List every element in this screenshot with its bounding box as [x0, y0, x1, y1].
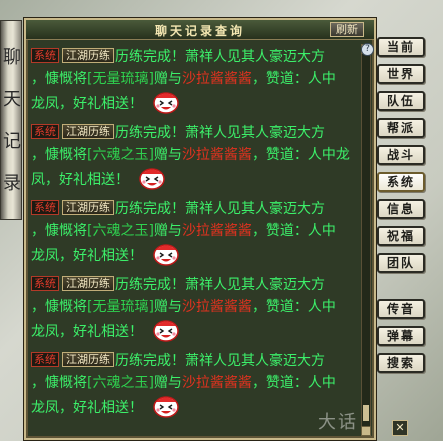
scroll-down-arrow[interactable] [361, 426, 371, 436]
channel-tag[interactable]: 江湖历练 [62, 200, 114, 215]
scroll-glyph: 聊 [3, 47, 21, 68]
message-text: ，慷慨将 [31, 299, 87, 315]
channel-tag[interactable]: 江湖历练 [62, 124, 114, 139]
chat-message: 系统 江湖历练 历练完成！萧祥人见其人豪迈大方 ，慷慨将[六魂之玉]赠与沙拉酱酱酱，赞… [31, 198, 361, 267]
scroll-glyph: 记 [3, 131, 21, 152]
item-link[interactable]: [六魂之玉] [87, 375, 154, 391]
message-text: ，赞道：人中 [251, 299, 336, 315]
message-text: ，赞道：人中龙 [251, 147, 350, 163]
message-text: ，慷慨将 [31, 147, 87, 163]
message-line: 龙凤，好礼相送！ [31, 90, 361, 115]
message-text: 赠与 [153, 375, 182, 391]
player-name-link[interactable]: 沙拉酱酱酱 [182, 147, 252, 163]
laughing-face-icon [153, 320, 180, 342]
refresh-button[interactable]: 刷新 [330, 22, 364, 37]
message-text: 历练完成！萧祥人见其人豪迈大方 [115, 125, 325, 141]
message-text: 龙凤，好礼相送！ [31, 400, 143, 416]
message-line: ，慷慨将[六魂之玉]赠与沙拉酱酱酱，赞道：人中龙 [31, 144, 361, 166]
tab-channel[interactable]: 搜索 [377, 353, 425, 373]
message-text: ，慷慨将 [31, 375, 87, 391]
message-line: ，慷慨将[无量琉璃]赠与沙拉酱酱酱，赞道：人中 [31, 68, 361, 90]
tab-channel[interactable]: 战斗 [377, 145, 425, 165]
channel-tag[interactable]: 江湖历练 [62, 276, 114, 291]
message-text: 历练完成！萧祥人见其人豪迈大方 [115, 201, 325, 217]
message-line: 龙凤，好礼相送！ [31, 242, 361, 267]
message-text: 龙凤，好礼相送！ [31, 96, 143, 112]
scroll-glyph: 录 [3, 173, 21, 194]
message-text: ，慷慨将 [31, 223, 87, 239]
message-line: 系统 江湖历练 历练完成！萧祥人见其人豪迈大方 [31, 198, 361, 220]
message-text: 凤，好礼相送！ [31, 172, 129, 188]
channel-tabs: 当前世界队伍帮派战斗系统信息祝福团队传音弹幕搜索 [377, 37, 429, 380]
close-button[interactable]: ✕ [392, 420, 408, 436]
message-text: 赠与 [153, 147, 182, 163]
message-line: 龙凤，好礼相送！ [31, 394, 361, 419]
system-tag: 系统 [31, 48, 59, 63]
laughing-face-icon [153, 396, 180, 418]
item-link[interactable]: [六魂之玉] [87, 223, 154, 239]
message-text: ，赞道：人中 [251, 71, 336, 87]
message-text: 赠与 [153, 71, 182, 87]
help-icon[interactable]: ? [361, 43, 374, 56]
scroll-thumb[interactable] [363, 405, 369, 421]
window-title: 聊天记录查询 [154, 24, 245, 38]
tab-channel[interactable]: 系统 [377, 172, 425, 192]
laughing-face-icon [153, 244, 180, 266]
player-name-link[interactable]: 沙拉酱酱酱 [182, 71, 252, 87]
channel-tag[interactable]: 江湖历练 [62, 48, 114, 63]
tab-channel[interactable]: 传音 [377, 299, 425, 319]
watermark: 大话 [318, 412, 358, 433]
player-name-link[interactable]: 沙拉酱酱酱 [182, 223, 252, 239]
system-tag: 系统 [31, 200, 59, 215]
tab-channel[interactable]: 团队 [377, 253, 425, 273]
player-name-link[interactable]: 沙拉酱酱酱 [182, 299, 252, 315]
tab-channel[interactable]: 信息 [377, 199, 425, 219]
chat-message: 系统 江湖历练 历练完成！萧祥人见其人豪迈大方 ，慷慨将[六魂之玉]赠与沙拉酱酱酱，赞… [31, 350, 361, 419]
title-bar[interactable]: 聊天记录查询 刷新 [26, 20, 374, 40]
tab-channel[interactable]: 弹幕 [377, 326, 425, 346]
system-tag: 系统 [31, 352, 59, 367]
message-text: 龙凤，好礼相送！ [31, 248, 143, 264]
laughing-face-icon [139, 168, 166, 190]
message-text: 历练完成！萧祥人见其人豪迈大方 [115, 353, 325, 369]
tab-channel[interactable]: 祝福 [377, 226, 425, 246]
message-text: ，赞道：人中 [251, 375, 336, 391]
channel-tag[interactable]: 江湖历练 [62, 352, 114, 367]
message-line: 系统 江湖历练 历练完成！萧祥人见其人豪迈大方 [31, 274, 361, 296]
message-line: 系统 江湖历练 历练完成！萧祥人见其人豪迈大方 [31, 122, 361, 144]
tab-channel[interactable]: 当前 [377, 37, 425, 57]
message-text: 赠与 [153, 223, 182, 239]
message-line: 系统 江湖历练 历练完成！萧祥人见其人豪迈大方 [31, 46, 361, 68]
message-text: 赠与 [153, 299, 182, 315]
system-tag: 系统 [31, 276, 59, 291]
left-scroll-decoration: 聊 天 记 录 [0, 20, 22, 220]
chat-message: 系统 江湖历练 历练完成！萧祥人见其人豪迈大方 ，慷慨将[无量琉璃]赠与沙拉酱酱酱，赞… [31, 274, 361, 343]
chat-scrollbar[interactable] [361, 44, 371, 436]
tab-channel[interactable]: 帮派 [377, 118, 425, 138]
message-text: 历练完成！萧祥人见其人豪迈大方 [115, 277, 325, 293]
tab-channel[interactable]: 世界 [377, 64, 425, 84]
message-text: 历练完成！萧祥人见其人豪迈大方 [115, 49, 325, 65]
message-text: ，慷慨将 [31, 71, 87, 87]
scroll-glyph: 天 [3, 89, 21, 110]
chat-message: 系统 江湖历练 历练完成！萧祥人见其人豪迈大方 ，慷慨将[六魂之玉]赠与沙拉酱酱酱，赞… [31, 122, 361, 191]
chat-log-window: 聊天记录查询 刷新 系统 江湖历练 历练完成！萧祥人见其人豪迈大方 ，慷慨将[无量琉璃… [24, 18, 376, 440]
laughing-face-icon [153, 92, 180, 114]
message-line: 龙凤，好礼相送！ [31, 318, 361, 343]
chat-log-list: 系统 江湖历练 历练完成！萧祥人见其人豪迈大方 ，慷慨将[无量琉璃]赠与沙拉酱酱酱，赞… [31, 46, 361, 434]
item-link[interactable]: [六魂之玉] [87, 147, 154, 163]
message-line: ，慷慨将[六魂之玉]赠与沙拉酱酱酱，赞道：人中 [31, 372, 361, 394]
item-link[interactable]: [无量琉璃] [87, 71, 154, 87]
item-link[interactable]: [无量琉璃] [87, 299, 154, 315]
message-text: 龙凤，好礼相送！ [31, 324, 143, 340]
message-text: ，赞道：人中 [251, 223, 336, 239]
message-line: ，慷慨将[六魂之玉]赠与沙拉酱酱酱，赞道：人中 [31, 220, 361, 242]
player-name-link[interactable]: 沙拉酱酱酱 [182, 375, 252, 391]
chat-message: 系统 江湖历练 历练完成！萧祥人见其人豪迈大方 ，慷慨将[无量琉璃]赠与沙拉酱酱酱，赞… [31, 46, 361, 115]
message-line: ，慷慨将[无量琉璃]赠与沙拉酱酱酱，赞道：人中 [31, 296, 361, 318]
system-tag: 系统 [31, 124, 59, 139]
tab-channel[interactable]: 队伍 [377, 91, 425, 111]
message-line: 系统 江湖历练 历练完成！萧祥人见其人豪迈大方 [31, 350, 361, 372]
message-line: 凤，好礼相送！ [31, 166, 361, 191]
